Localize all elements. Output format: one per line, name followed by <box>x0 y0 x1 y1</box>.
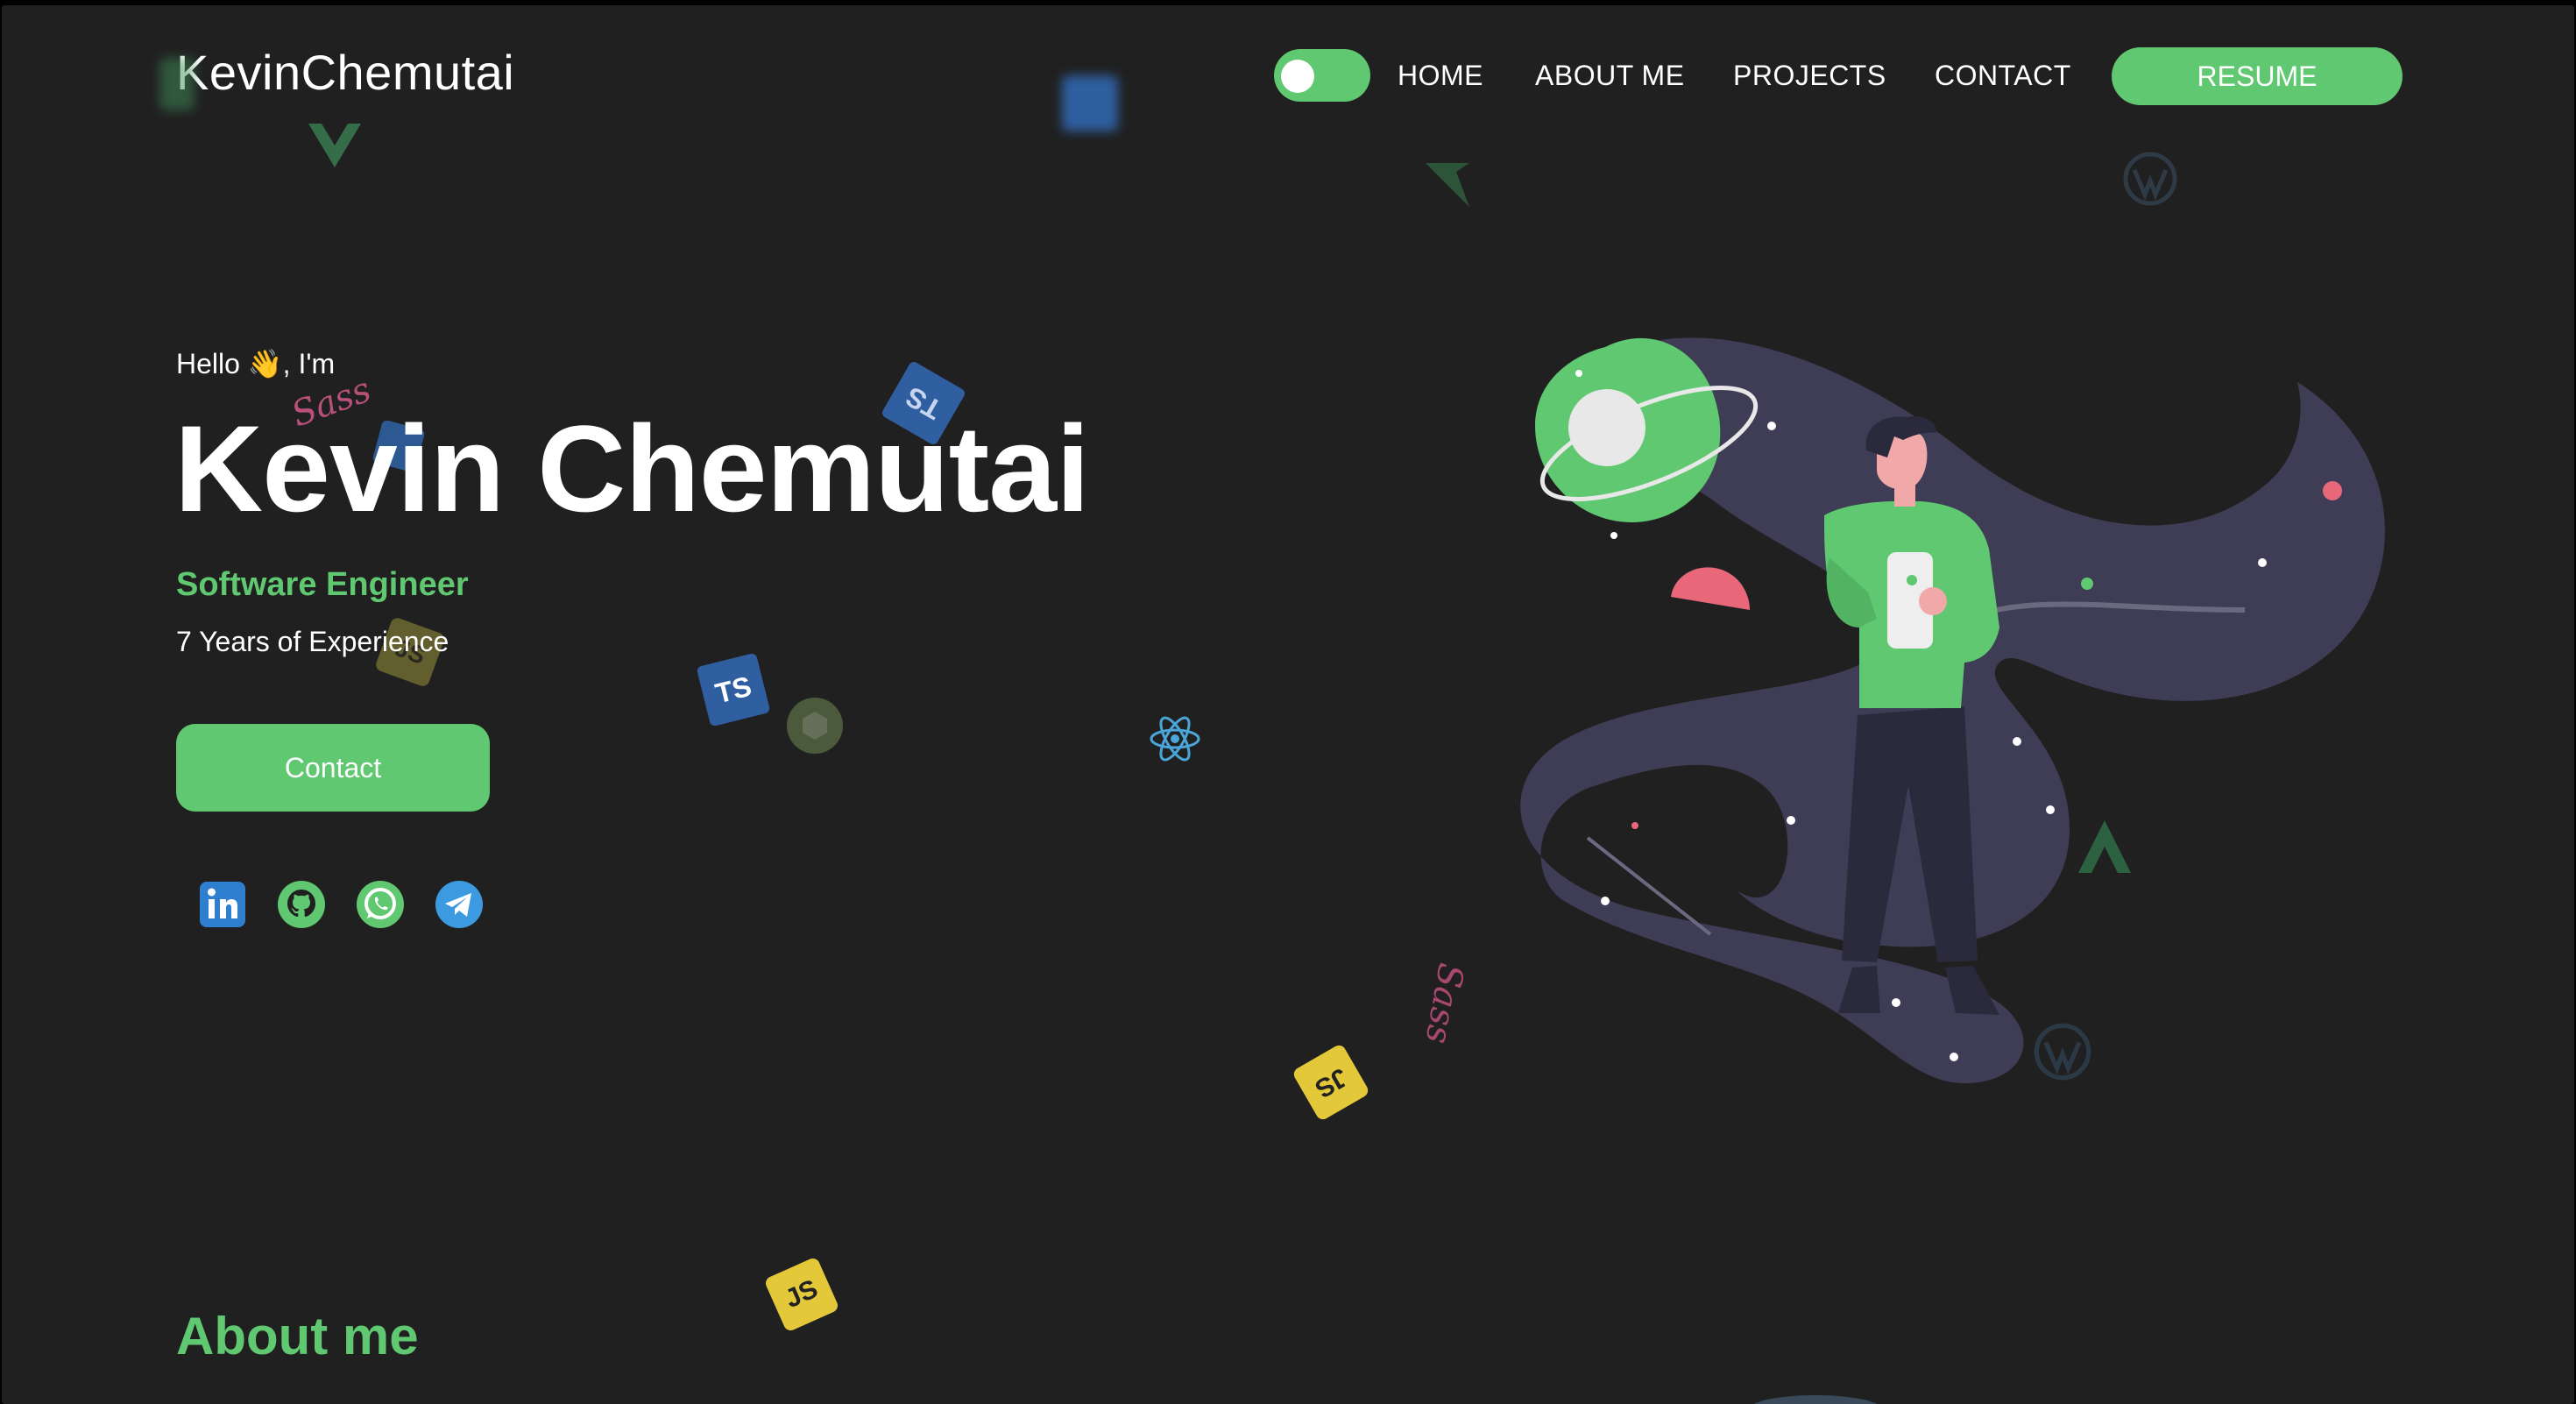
vue-logo-icon <box>308 124 361 167</box>
telegram-icon[interactable] <box>435 880 484 929</box>
greeting-im: , I'm <box>282 348 336 379</box>
page-frame: KevinChemutai HOME ABOUT ME PROJECTS CON… <box>2 5 2574 1404</box>
top-nav: HOME ABOUT ME PROJECTS CONTACT RESUME <box>2 44 2574 107</box>
nav-about-me[interactable]: ABOUT ME <box>1535 60 1685 92</box>
hero-role: Software Engineer <box>176 566 469 603</box>
hero-name: Kevin Chemutai <box>174 400 1090 537</box>
typescript-badge-icon-2: TS <box>696 652 771 727</box>
whatsapp-icon[interactable] <box>356 880 405 929</box>
react-logo-icon <box>1150 716 1200 762</box>
greeting-hello: Hello <box>176 348 240 379</box>
blurred-vue-icon <box>159 58 195 110</box>
theme-toggle-knob <box>1281 60 1314 93</box>
vue-logo-icon-2 <box>1426 163 1469 207</box>
javascript-badge-icon-2: JS <box>763 1256 840 1333</box>
nav-projects[interactable]: PROJECTS <box>1733 60 1886 92</box>
resume-button[interactable]: RESUME <box>2112 47 2403 105</box>
sass-logo-icon-2: Sass <box>1417 960 1471 1047</box>
blurred-ts-badge <box>1062 75 1118 131</box>
hero-experience: 7 Years of Experience <box>176 626 449 657</box>
hero-greeting: Hello 👋, I'm <box>176 347 335 380</box>
linkedin-icon[interactable] <box>198 880 247 929</box>
wave-emoji-icon: 👋 <box>247 348 283 379</box>
node-logo-icon <box>787 698 843 754</box>
wordpress-icon <box>2123 152 2177 206</box>
social-links <box>198 880 484 929</box>
nav-home[interactable]: HOME <box>1398 60 1483 92</box>
javascript-badge-icon: JS <box>1291 1042 1371 1123</box>
about-heading: About me <box>176 1307 419 1365</box>
nav-contact[interactable]: CONTACT <box>1935 60 2071 92</box>
theme-toggle[interactable] <box>1274 49 1370 102</box>
github-icon[interactable] <box>277 880 326 929</box>
astronaut-space-illustration <box>1520 337 2385 1083</box>
contact-button[interactable]: Contact <box>176 724 490 812</box>
decorative-globe-edge <box>1753 1395 1878 1404</box>
